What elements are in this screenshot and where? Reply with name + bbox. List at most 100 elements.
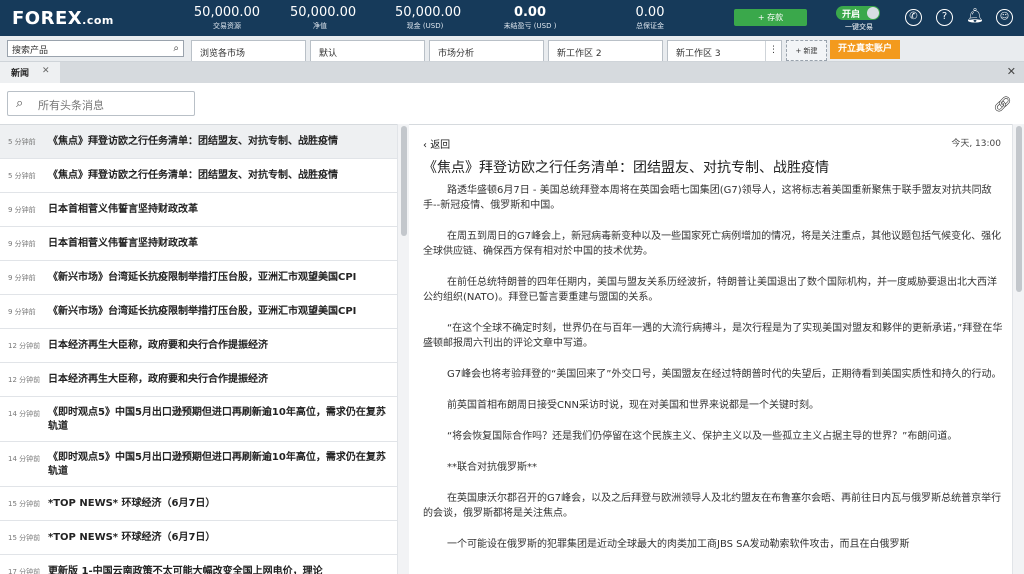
article-paragraph: 路透华盛顿6月7日 - 美国总统拜登本周将在英国会晤七国集团(G7)领导人，这将…: [423, 185, 992, 211]
metric-label: 交易资源: [213, 22, 241, 30]
article-paragraph: 在周五到周日的G7峰会上，新冠病毒新变种以及一些国家死亡病例增加的情况，将是关注…: [423, 231, 1002, 257]
news-item-headline: 《即时观点5》中国5月出口逊预期但进口再刷新逾10年高位，需求仍在复苏轨道: [48, 452, 386, 477]
metric-trading-resources: 50,000.00 交易资源: [186, 6, 268, 31]
new-workspace-button[interactable]: + 新建: [786, 40, 827, 61]
metric-value: 0.00: [513, 5, 547, 20]
one-click-trading-toggle[interactable]: 开启: [836, 6, 880, 20]
search-icon[interactable]: ⌕: [173, 43, 179, 54]
news-item-headline: 《即时观点5》中国5月出口逊预期但进口再刷新逾10年高位，需求仍在复苏轨道: [48, 407, 386, 432]
news-item-headline: 日本首相菅义伟誓言坚持财政改革: [48, 204, 198, 215]
article-body: 路透华盛顿6月7日 - 美国总统拜登本周将在英国会晤七国集团(G7)领导人，这将…: [423, 183, 1003, 568]
tab-new-workspace-2[interactable]: 新工作区 2: [548, 40, 663, 61]
article-timestamp: 今天, 13:00: [951, 139, 1001, 149]
link-icon[interactable]: 🔗︎: [993, 95, 1012, 113]
article-paragraph: G7峰会也将考验拜登的“美国回来了”外交口号，美国盟友在经过特朗普时代的失望后，…: [447, 369, 1002, 380]
news-list-scrollbar[interactable]: [397, 124, 409, 574]
news-item-headline: 《新兴市场》台湾延长抗疫限制举措打压台股，亚洲汇市观望美国CPI: [48, 306, 357, 317]
news-list-item[interactable]: 12 分钟前 日本经济再生大臣称，政府要和央行合作提振经济: [0, 329, 397, 363]
scrollbar-thumb[interactable]: [1016, 126, 1022, 292]
news-search-input[interactable]: ⌕ 所有头条消息: [7, 91, 195, 116]
news-list-item[interactable]: 9 分钟前 《新兴市场》台湾延长抗疫限制举措打压台股，亚洲汇市观望美国CPI: [0, 261, 397, 295]
open-real-account-button[interactable]: 开立真实账户: [830, 40, 900, 59]
tab-label: 市场分析: [438, 49, 475, 59]
metric-label: 未结盈亏 (USD ): [503, 22, 557, 30]
logo: FOREX.com: [12, 8, 114, 29]
news-item-headline: 日本经济再生大臣称，政府要和央行合作提振经济: [48, 340, 268, 351]
article-paragraph: **联合对抗俄罗斯**: [447, 462, 537, 473]
news-item-headline: 日本首相菅义伟誓言坚持财政改革: [48, 238, 198, 249]
news-item-time: 15 分钟前: [8, 534, 41, 542]
product-search-input[interactable]: 搜索产品 ⌕: [7, 40, 184, 57]
news-list-item[interactable]: 9 分钟前 《新兴市场》台湾延长抗疫限制举措打压台股，亚洲汇市观望美国CPI: [0, 295, 397, 329]
back-button[interactable]: ‹ 返回: [423, 136, 450, 151]
news-search-placeholder: 所有头条消息: [38, 99, 104, 112]
toggle-knob: [867, 7, 879, 19]
news-item-headline: 《焦点》拜登访欧之行任务清单：团结盟友、对抗专制、战胜疫情: [48, 170, 338, 181]
phone-icon[interactable]: ✆: [905, 9, 922, 26]
top-header: FOREX.com 50,000.00 交易资源 50,000.00 净值 50…: [0, 0, 1024, 36]
article-paragraph: “在这个全球不确定时刻，世界仍在与百年一遇的大流行病搏斗，是次行程是为了实现美国…: [423, 323, 1003, 349]
tab-news[interactable]: 新闻 ✕: [0, 62, 60, 83]
tab-label: 新工作区 3: [676, 49, 721, 59]
more-options-icon[interactable]: ⋮: [765, 41, 781, 61]
news-list-item[interactable]: 14 分钟前 《即时观点5》中国5月出口逊预期但进口再刷新逾10年高位，需求仍在复…: [0, 442, 397, 487]
back-label: 返回: [430, 140, 451, 151]
search-icon: ⌕: [16, 96, 24, 111]
close-tab-icon[interactable]: ✕: [42, 66, 50, 76]
tab-news-label: 新闻: [11, 69, 30, 79]
help-icon[interactable]: ?: [936, 9, 953, 26]
article-scrollbar[interactable]: [1012, 124, 1024, 574]
news-item-headline: 《新兴市场》台湾延长抗疫限制举措打压台股，亚洲汇市观望美国CPI: [48, 272, 357, 283]
news-list-item[interactable]: 5 分钟前 《焦点》拜登访欧之行任务清单：团结盟友、对抗专制、战胜疫情: [0, 159, 397, 193]
article-paragraph: 在前任总统特朗普的四年任期内，美国与盟友关系历经波折，特朗普让美国退出了数个国际…: [423, 277, 997, 303]
news-item-time: 9 分钟前: [8, 206, 36, 214]
news-item-time: 15 分钟前: [8, 500, 41, 508]
news-item-time: 14 分钟前: [8, 455, 41, 463]
metric-value: 50,000.00: [395, 5, 462, 20]
one-click-label: 一键交易: [845, 23, 873, 31]
news-list-item[interactable]: 12 分钟前 日本经济再生大臣称，政府要和央行合作提振经济: [0, 363, 397, 397]
article-paragraph: 前英国首相布朗周日接受CNN采访时说，现在对美国和世界来说都是一个关键时刻。: [447, 400, 819, 411]
article-paragraph: “将会恢复国际合作吗？还是我们仍停留在这个民族主义、保护主义以及一些孤立主义占据…: [447, 431, 958, 442]
tab-browse-markets[interactable]: 浏览各市场: [191, 40, 306, 61]
tab-label: 浏览各市场: [200, 49, 246, 59]
news-panel-tabbar: 新闻 ✕ ✕: [0, 62, 1024, 83]
news-list-item[interactable]: 15 分钟前 *TOP NEWS* 环球经济（6月7日）: [0, 487, 397, 521]
news-item-time: 12 分钟前: [8, 376, 41, 384]
user-icon[interactable]: ☺: [996, 9, 1013, 26]
news-item-headline: 更新版 1-中国云南政策不太可能大幅改变全国上网电价，理论: [48, 566, 323, 574]
article-paragraph: 在英国康沃尔郡召开的G7峰会，以及之后拜登与欧洲领导人及北约盟友在布鲁塞尔会晤、…: [423, 493, 1002, 519]
news-item-time: 9 分钟前: [8, 308, 36, 316]
bell-icon[interactable]: 🔔︎: [966, 9, 984, 26]
news-list-item[interactable]: 17 分钟前 更新版 1-中国云南政策不太可能大幅改变全国上网电价，理论: [0, 555, 397, 574]
news-item-headline: 《焦点》拜登访欧之行任务清单：团结盟友、对抗专制、战胜疫情: [48, 136, 338, 147]
news-list-item[interactable]: 5 分钟前 《焦点》拜登访欧之行任务清单：团结盟友、对抗专制、战胜疫情: [0, 125, 397, 159]
news-item-time: 9 分钟前: [8, 274, 36, 282]
metric-equity: 50,000.00 净值: [290, 5, 357, 31]
metric-cash: 50,000.00 现金 (USD): [395, 5, 462, 31]
news-list-item[interactable]: 14 分钟前 《即时观点5》中国5月出口逊预期但进口再刷新逾10年高位，需求仍在复…: [0, 397, 397, 442]
news-item-time: 17 分钟前: [8, 568, 41, 574]
news-item-time: 12 分钟前: [8, 342, 41, 350]
tab-new-workspace-3[interactable]: 新工作区 3 ⋮: [667, 40, 782, 61]
close-panel-icon[interactable]: ✕: [1007, 65, 1016, 78]
news-item-headline: 日本经济再生大臣称，政府要和央行合作提振经济: [48, 374, 268, 385]
news-list-item[interactable]: 9 分钟前 日本首相菅义伟誓言坚持财政改革: [0, 193, 397, 227]
tab-default[interactable]: 默认: [310, 40, 425, 61]
news-item-time: 5 分钟前: [8, 138, 36, 146]
deposit-button[interactable]: + 存款: [734, 9, 807, 26]
news-list-item[interactable]: 9 分钟前 日本首相菅义伟誓言坚持财政改革: [0, 227, 397, 261]
metric-value: 0.00: [635, 5, 665, 20]
article-paragraph: 一个可能设在俄罗斯的犯罪集团是近动全球最大的肉类加工商JBS SA发动勒索软件攻…: [447, 539, 910, 550]
metric-value: 50,000.00: [290, 5, 357, 20]
news-list-item[interactable]: 15 分钟前 *TOP NEWS* 环球经济（6月7日）: [0, 521, 397, 555]
scrollbar-thumb[interactable]: [401, 126, 407, 236]
metric-unrealized-pnl: 0.00 未结盈亏 (USD ): [500, 6, 560, 31]
news-item-time: 9 分钟前: [8, 240, 36, 248]
news-list: 5 分钟前 《焦点》拜登访欧之行任务清单：团结盟友、对抗专制、战胜疫情 5 分钟前《…: [0, 124, 397, 574]
news-item-headline: *TOP NEWS* 环球经济（6月7日）: [48, 498, 216, 509]
news-item-time: 14 分钟前: [8, 410, 41, 418]
metric-value: 50,000.00: [193, 5, 261, 20]
toggle-label: 开启: [842, 10, 861, 20]
tab-market-analysis[interactable]: 市场分析: [429, 40, 544, 61]
